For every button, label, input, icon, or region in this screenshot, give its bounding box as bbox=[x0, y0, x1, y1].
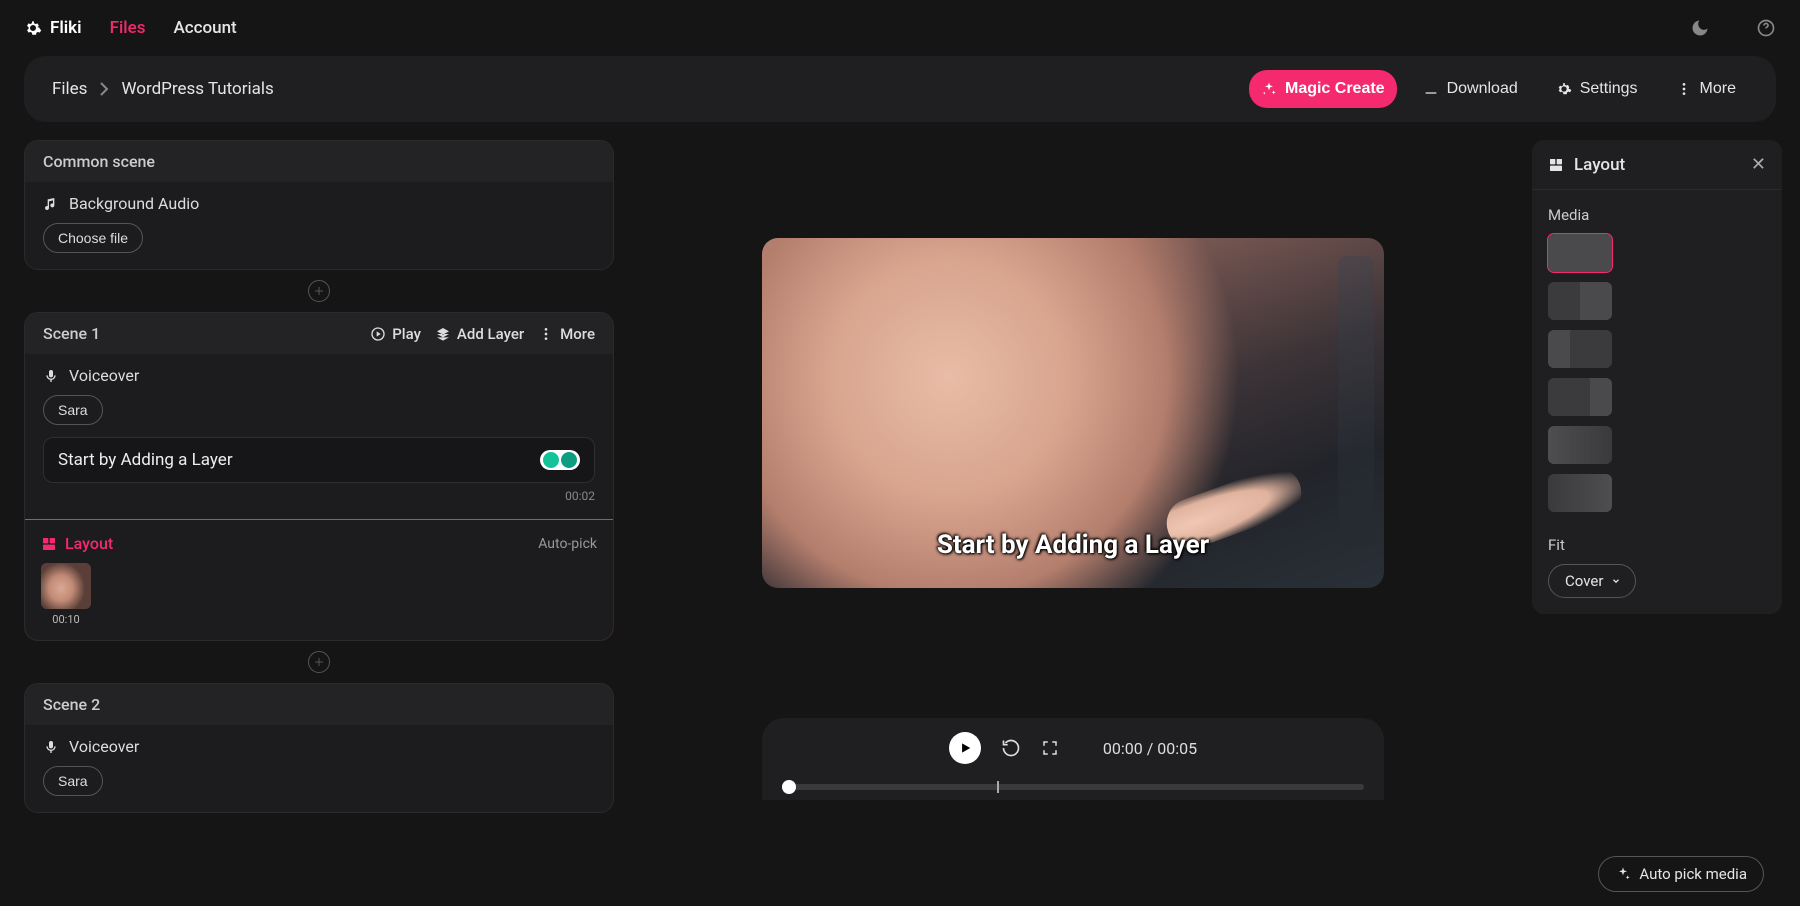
microphone-icon bbox=[43, 368, 59, 384]
fullscreen-icon[interactable] bbox=[1041, 739, 1059, 757]
breadcrumb-root[interactable]: Files bbox=[52, 79, 87, 99]
voiceover-label: Voiceover bbox=[69, 737, 139, 756]
scene-2-title: Scene 2 bbox=[43, 695, 100, 714]
choose-file-button[interactable]: Choose file bbox=[43, 223, 143, 253]
chevron-right-icon bbox=[99, 82, 109, 96]
script-input[interactable]: Start by Adding a Layer bbox=[43, 437, 595, 483]
media-layout-left-bar[interactable] bbox=[1548, 330, 1612, 368]
clip-duration: 00:10 bbox=[41, 613, 91, 626]
app-logo[interactable]: Fliki bbox=[24, 18, 82, 38]
voiceover-row: Voiceover bbox=[43, 366, 595, 385]
grammarly-widget[interactable] bbox=[540, 450, 580, 470]
media-layout-full[interactable] bbox=[1548, 234, 1612, 272]
scene-more-button[interactable]: More bbox=[538, 325, 595, 343]
chevron-down-icon bbox=[1611, 576, 1621, 586]
auto-pick-media-button[interactable]: Auto pick media bbox=[1598, 856, 1764, 892]
layers-icon bbox=[435, 326, 451, 342]
current-time: 00:00 bbox=[1103, 739, 1143, 758]
more-vertical-icon bbox=[538, 326, 554, 342]
scene-layout-section[interactable]: Layout Auto-pick 00:10 bbox=[24, 519, 614, 641]
voice-select[interactable]: Sara bbox=[43, 766, 103, 796]
app-name: Fliki bbox=[50, 18, 82, 38]
common-scene-card: Common scene Background Audio Choose fil… bbox=[24, 140, 614, 270]
help-icon[interactable] bbox=[1756, 18, 1776, 38]
seek-handle[interactable] bbox=[782, 780, 796, 794]
project-toolbar: Files WordPress Tutorials Magic Create D… bbox=[24, 56, 1776, 122]
video-caption: Start by Adding a Layer bbox=[762, 530, 1384, 560]
gear-icon bbox=[1556, 81, 1572, 97]
layout-icon bbox=[41, 536, 57, 552]
seek-bar[interactable] bbox=[782, 784, 1364, 790]
breadcrumb: Files WordPress Tutorials bbox=[52, 79, 274, 99]
media-thumbnail[interactable] bbox=[41, 563, 91, 609]
download-icon bbox=[1423, 81, 1439, 97]
fit-value: Cover bbox=[1565, 572, 1603, 590]
close-icon[interactable]: ✕ bbox=[1751, 154, 1766, 175]
player-bar: 00:00 / 00:05 bbox=[762, 718, 1384, 800]
seek-marker bbox=[997, 781, 999, 793]
scene-play-label: Play bbox=[392, 325, 421, 343]
fit-section-label: Fit bbox=[1548, 536, 1766, 554]
more-label: More bbox=[1700, 80, 1736, 98]
more-button[interactable]: More bbox=[1664, 70, 1748, 108]
scene-more-label: More bbox=[560, 325, 595, 343]
timecode: 00:00 / 00:05 bbox=[1103, 739, 1197, 758]
magic-create-label: Magic Create bbox=[1285, 80, 1385, 98]
music-note-icon bbox=[43, 196, 59, 212]
voiceover-label: Voiceover bbox=[69, 366, 139, 385]
plus-icon bbox=[313, 656, 325, 668]
microphone-icon bbox=[43, 739, 59, 755]
moon-icon[interactable] bbox=[1690, 18, 1710, 38]
play-icon bbox=[958, 741, 972, 755]
replay-icon[interactable] bbox=[1001, 738, 1021, 758]
media-layout-gradient-right[interactable] bbox=[1548, 474, 1612, 512]
total-time: 00:05 bbox=[1157, 739, 1197, 758]
add-scene-button[interactable] bbox=[308, 280, 330, 302]
auto-pick-label: Auto pick media bbox=[1639, 865, 1747, 883]
gear-icon bbox=[24, 19, 42, 37]
media-layout-split-right[interactable] bbox=[1548, 282, 1612, 320]
nav-files[interactable]: Files bbox=[110, 18, 146, 38]
script-text: Start by Adding a Layer bbox=[58, 450, 233, 470]
layout-icon bbox=[1548, 157, 1564, 173]
media-section-label: Media bbox=[1548, 206, 1766, 224]
common-scene-title: Common scene bbox=[43, 152, 155, 171]
add-layer-button[interactable]: Add Layer bbox=[435, 325, 524, 343]
background-audio-label: Background Audio bbox=[69, 194, 199, 213]
autopick-label: Auto-pick bbox=[538, 536, 597, 552]
scene-play-button[interactable]: Play bbox=[370, 325, 421, 343]
nav-account[interactable]: Account bbox=[173, 18, 236, 38]
voice-select[interactable]: Sara bbox=[43, 395, 103, 425]
media-layout-gradient-left[interactable] bbox=[1548, 426, 1612, 464]
background-audio-row: Background Audio bbox=[43, 194, 595, 213]
sparkle-icon bbox=[1615, 866, 1631, 882]
sparkle-icon bbox=[1261, 81, 1277, 97]
plus-icon bbox=[313, 285, 325, 297]
download-button[interactable]: Download bbox=[1411, 70, 1530, 108]
script-duration: 00:02 bbox=[43, 489, 595, 503]
layout-panel: Layout ✕ Media Fit Cover bbox=[1532, 140, 1782, 614]
add-scene-button[interactable] bbox=[308, 651, 330, 673]
voiceover-row: Voiceover bbox=[43, 737, 595, 756]
scene-1-card: Scene 1 Play Add Layer More Vo bbox=[24, 312, 614, 641]
add-layer-label: Add Layer bbox=[457, 325, 524, 343]
download-label: Download bbox=[1447, 80, 1518, 98]
fit-select[interactable]: Cover bbox=[1548, 564, 1636, 598]
play-circle-icon bbox=[370, 326, 386, 342]
scene-2-card: Scene 2 Voiceover Sara bbox=[24, 683, 614, 813]
layout-panel-title: Layout bbox=[1574, 155, 1625, 175]
settings-label: Settings bbox=[1580, 80, 1638, 98]
magic-create-button[interactable]: Magic Create bbox=[1249, 70, 1397, 108]
media-layout-right-bar[interactable] bbox=[1548, 378, 1612, 416]
layout-label: Layout bbox=[65, 534, 113, 553]
breadcrumb-project[interactable]: WordPress Tutorials bbox=[121, 79, 273, 99]
settings-button[interactable]: Settings bbox=[1544, 70, 1650, 108]
play-button[interactable] bbox=[949, 732, 981, 764]
more-vertical-icon bbox=[1676, 81, 1692, 97]
video-preview[interactable]: Start by Adding a Layer bbox=[762, 238, 1384, 588]
scene-1-title: Scene 1 bbox=[43, 324, 100, 343]
